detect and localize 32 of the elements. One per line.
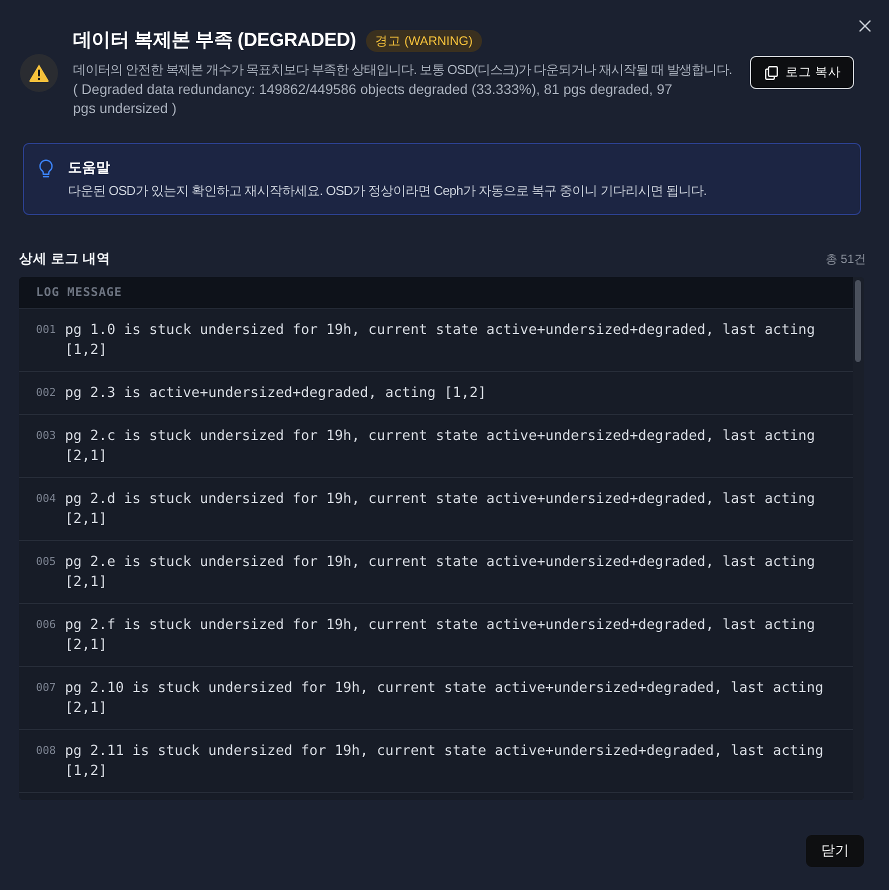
log-message: pg 2.c is stuck undersized for 19h, current state active+undersized+degraded, last acting [2,1] [64, 426, 816, 466]
log-message: pg 2.11 is stuck undersized for 19h, current state active+undersized+degraded, last acting [1,2] [64, 742, 824, 780]
row-number: 008 [36, 742, 56, 758]
detail-text: ( Degraded data redundancy: 149862/449586 objects degraded (33.333%), 81 pgs degraded, 97 pgs undersized ) [73, 80, 674, 118]
row-number: 003 [36, 428, 56, 444]
log-message: pg 2.f is stuck undersized for 19h, current state active+undersized+degraded, last acting [2,1] [64, 616, 816, 654]
copy-log-button[interactable]: 로그 복사 [750, 56, 854, 89]
log-message: pg 2.3 is active+undersized+degraded, acting [1,2] [64, 384, 488, 402]
lightbulb-icon [38, 158, 54, 178]
row-number: 002 [36, 384, 56, 400]
help-text: 다운된 OSD가 있는지 확인하고 재시작하세요. OSD가 정상이라면 Ceph가 자동으로 복구 중이니 기다리시면 됩니다. [68, 182, 706, 200]
description-text: 데이터의 안전한 복제본 개수가 목표치보다 부족한 상태입니다. 보통 OSD(디스크)가 다운되거나 재시작될 때 발생합니다. [73, 61, 733, 79]
scrollbar-thumb[interactable] [855, 280, 861, 362]
close-button[interactable]: 닫기 [806, 834, 864, 866]
copy-icon [764, 66, 778, 80]
dialog-title: 데이터 복제본 부족 (DEGRADED) [73, 29, 356, 53]
row-number: 007 [36, 680, 56, 696]
section-title: 상세 로그 내역 [19, 250, 111, 268]
warning-icon [20, 54, 58, 92]
help-title: 도움말 [68, 158, 111, 176]
log-message: pg 2.10 is stuck undersized for 19h, current state active+undersized+degraded, last acting [2,1] [64, 678, 824, 718]
log-count: 총 51건 [825, 250, 866, 268]
close-icon[interactable] [859, 20, 871, 32]
row-number: 006 [36, 616, 56, 632]
log-message: pg 2.e is stuck undersized for 19h, current state active+undersized+degraded, last acting [2,1] [64, 552, 816, 592]
row-number: 004 [36, 490, 56, 506]
log-message: pg 1.0 is stuck undersized for 19h, current state active+undersized+degraded, last acting [1,2] [64, 320, 816, 360]
column-header: LOG MESSAGE [36, 284, 122, 300]
warning-badge: 경고 (WARNING) [366, 30, 482, 52]
log-message: pg 2.d is stuck undersized for 19h, current state active+undersized+degraded, last acting [2,1] [64, 490, 816, 528]
row-number: 001 [36, 322, 56, 338]
row-number: 005 [36, 554, 56, 570]
